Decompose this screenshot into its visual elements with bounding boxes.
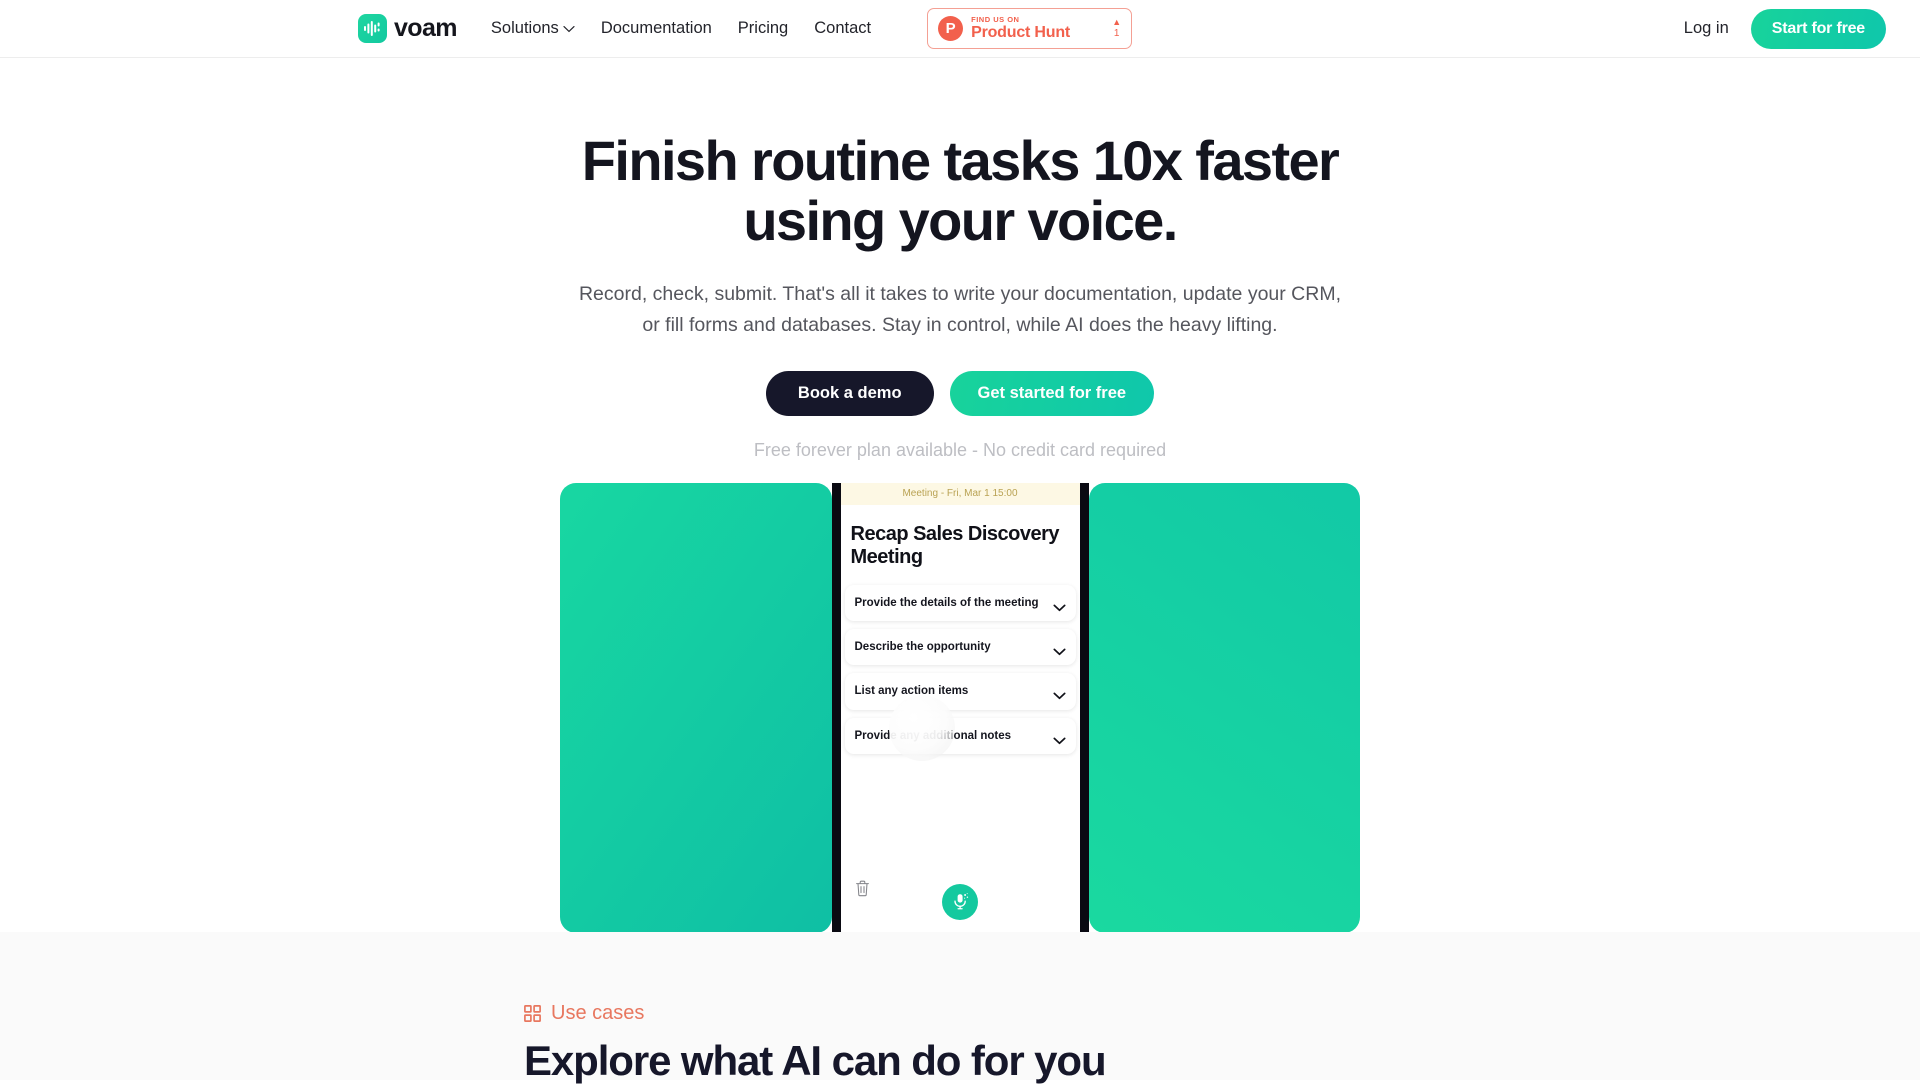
- chevron-down-icon: [1052, 599, 1066, 611]
- hero-section: Finish routine tasks 10x faster using yo…: [0, 58, 1920, 933]
- accordion-item[interactable]: Describe the opportunity: [844, 628, 1076, 666]
- nav-item-pricing-label: Pricing: [737, 19, 789, 37]
- get-started-for-free-button[interactable]: Get started for free: [949, 370, 1155, 416]
- page-title: Finish routine tasks 10x faster using yo…: [581, 129, 1340, 253]
- accordion-list: Provide the details of the meeting Descr…: [841, 569, 1080, 763]
- start-for-free-button[interactable]: Start for free: [1750, 8, 1886, 49]
- use-cases-eyebrow: Use cases: [524, 1002, 1920, 1025]
- phone-bottom-bar: [841, 863, 1080, 933]
- product-hunt-name: Product Hunt: [971, 24, 1071, 42]
- header-actions: Log in Start for free: [1684, 8, 1886, 49]
- showcase-panel-right: [1088, 482, 1360, 933]
- showcase-panel-left: [560, 482, 832, 933]
- logo-text: voam: [394, 14, 458, 42]
- use-cases-inner: Use cases Explore what AI can do for you: [0, 932, 1920, 1084]
- use-cases-eyebrow-label: Use cases: [551, 1002, 645, 1024]
- accordion-item-label: Describe the opportunity: [854, 640, 991, 653]
- nav-item-contact-label: Contact: [814, 19, 872, 37]
- login-link[interactable]: Log in: [1684, 19, 1729, 38]
- use-cases-heading: Explore what AI can do for you: [524, 1037, 1107, 1084]
- product-hunt-upvote[interactable]: ▲ 1: [1112, 18, 1121, 39]
- chevron-down-icon: [1052, 687, 1066, 700]
- phone-bezel-right: [1079, 482, 1089, 933]
- accordion-item-label: List any action items: [854, 685, 969, 698]
- product-hunt-logo-icon: P: [938, 16, 964, 41]
- product-hunt-eyebrow: FIND US ON: [971, 14, 1020, 24]
- nav-item-documentation[interactable]: Documentation: [601, 19, 712, 38]
- book-a-demo-button[interactable]: Book a demo: [765, 370, 934, 416]
- phone-screen-title: Recap Sales Discovery Meeting: [850, 522, 1060, 568]
- site-header: voam Solutions Documentation Pricing Con…: [0, 0, 1920, 58]
- chevron-down-icon: [1052, 732, 1066, 744]
- chevron-down-icon: [563, 19, 575, 38]
- nav-item-contact[interactable]: Contact: [814, 19, 871, 38]
- accordion-item[interactable]: List any action items: [844, 673, 1076, 710]
- nav-item-solutions-label: Solutions: [490, 19, 559, 37]
- product-hunt-text: FIND US ON Product Hunt: [971, 16, 1070, 42]
- accordion-item-label: Provide the details of the meeting: [854, 596, 1039, 609]
- accordion-item[interactable]: Provide the details of the meeting: [844, 584, 1076, 621]
- trash-icon[interactable]: [855, 880, 870, 902]
- hero-subtitle: Record, check, submit. That's all it tak…: [578, 282, 1342, 336]
- nav-item-solutions[interactable]: Solutions: [491, 19, 575, 38]
- product-hunt-badge[interactable]: P FIND US ON Product Hunt ▲ 1: [927, 8, 1133, 49]
- upvote-count: 1: [1113, 28, 1120, 39]
- nav-item-documentation-label: Documentation: [600, 19, 712, 37]
- logo[interactable]: voam: [358, 14, 458, 43]
- hero-cta-row: Book a demo Get started for free: [0, 370, 1920, 416]
- accordion-item[interactable]: Provide any additional notes: [844, 717, 1076, 755]
- voam-waveform-logo-icon: [358, 14, 387, 43]
- primary-navigation: voam Solutions Documentation Pricing Con…: [358, 8, 1133, 49]
- phone-screen: Meeting - Fri, Mar 1 15:00 Recap Sales D…: [840, 482, 1080, 933]
- accordion-item-label: Provide any additional notes: [854, 729, 1012, 742]
- hero-note: Free forever plan available - No credit …: [753, 439, 1167, 460]
- product-showcase: Meeting - Fri, Mar 1 15:00 Recap Sales D…: [560, 482, 1360, 933]
- microphone-record-button[interactable]: [942, 883, 978, 920]
- nav-item-pricing[interactable]: Pricing: [738, 19, 788, 38]
- grid-squares-icon: [524, 1005, 541, 1022]
- use-cases-section: Use cases Explore what AI can do for you: [0, 932, 1920, 1084]
- phone-bezel-left: [831, 482, 841, 933]
- chevron-down-icon: [1052, 643, 1066, 656]
- meeting-banner: Meeting - Fri, Mar 1 15:00: [840, 482, 1080, 505]
- upvote-arrow-icon: ▲: [1112, 17, 1122, 27]
